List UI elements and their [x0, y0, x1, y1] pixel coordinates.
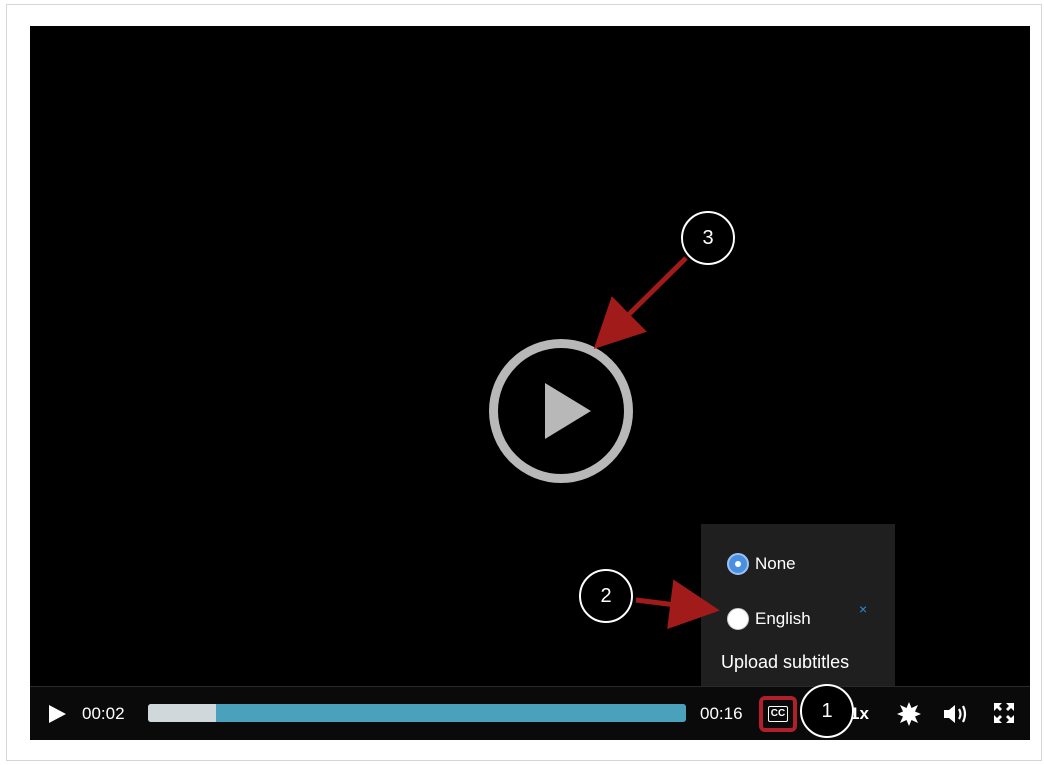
remove-subtitle-button[interactable]: ×: [859, 601, 867, 617]
progress-bar[interactable]: [148, 704, 686, 722]
subtitle-option-label: English: [755, 609, 811, 628]
callout-2: 2: [579, 569, 633, 623]
volume-button[interactable]: [942, 701, 970, 732]
big-play-button[interactable]: [489, 339, 633, 483]
big-play-icon: [545, 383, 591, 439]
play-button[interactable]: [46, 704, 68, 729]
subtitles-menu: None English × Upload subtitles: [701, 524, 895, 686]
callout-1: 1: [800, 684, 854, 738]
radio-selected-icon[interactable]: [727, 553, 749, 575]
subtitle-option-label: None: [755, 554, 796, 573]
progress-played: [148, 704, 217, 722]
settings-button[interactable]: [896, 701, 922, 732]
progress-buffered: [148, 704, 686, 722]
subtitle-option-english[interactable]: English: [727, 606, 811, 632]
player-controls: 00:02 00:16 CC 1x: [30, 686, 1030, 740]
volume-icon: [944, 705, 967, 723]
closed-captions-button[interactable]: CC: [759, 696, 797, 732]
play-icon: [49, 705, 66, 723]
fullscreen-icon: [994, 703, 1014, 723]
duration: 00:16: [700, 704, 743, 723]
subtitle-option-none[interactable]: None: [727, 551, 796, 577]
video-area[interactable]: None English × Upload subtitles: [30, 26, 1030, 686]
upload-subtitles-link[interactable]: Upload subtitles: [721, 652, 849, 673]
closed-captions-icon: CC: [767, 706, 789, 722]
fullscreen-button[interactable]: [992, 701, 1016, 730]
radio-unselected-icon[interactable]: [727, 608, 749, 630]
gear-icon: [897, 702, 921, 726]
current-time: 00:02: [82, 704, 125, 723]
callout-3: 3: [681, 211, 735, 265]
